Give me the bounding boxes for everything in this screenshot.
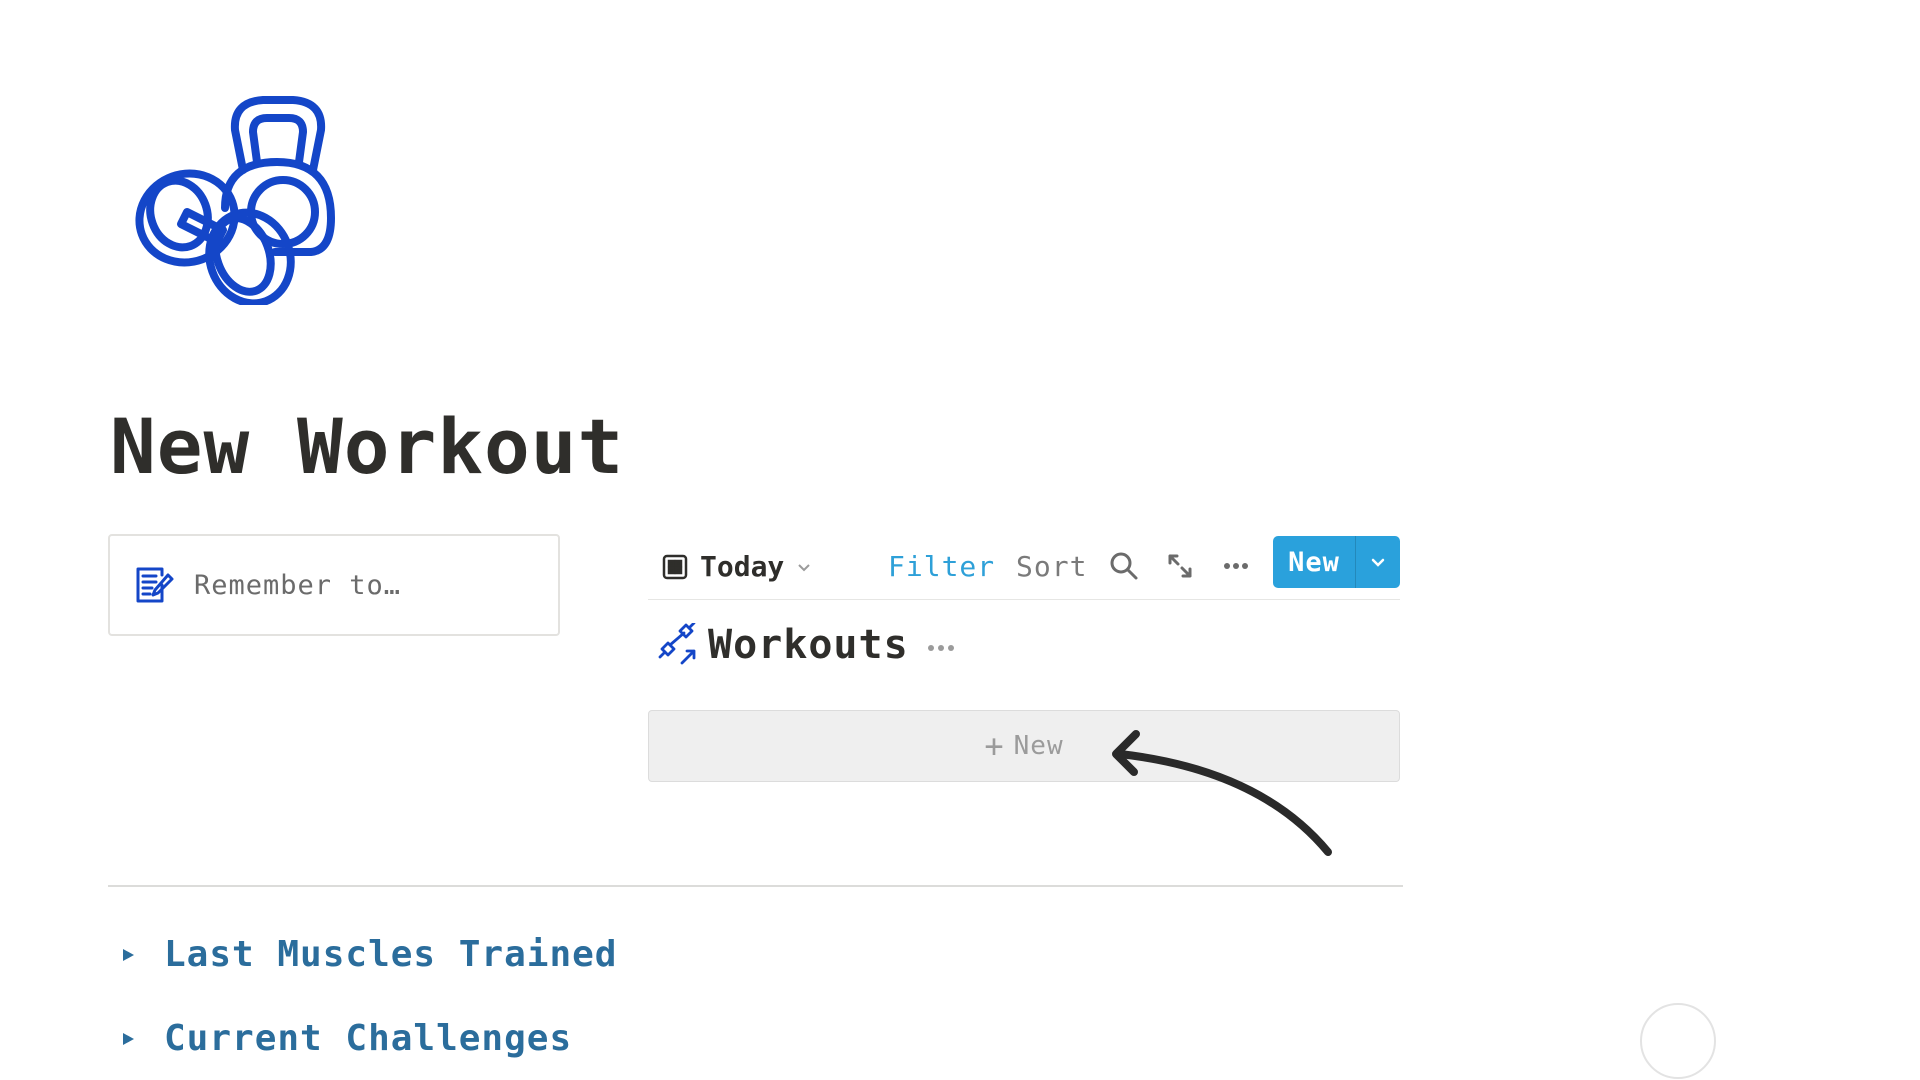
kettlebell-dumbbell-icon[interactable] [125,90,365,308]
arrow-annotation-icon [1100,720,1340,860]
database-title-row: Workouts [656,621,957,668]
page-title[interactable]: New Workout [110,402,624,491]
plus-icon: + [984,727,1004,765]
chevron-down-icon [796,559,812,575]
toggle-current-challenges[interactable]: Current Challenges [120,1018,572,1059]
more-dots-icon[interactable] [925,639,957,651]
new-dropdown-button[interactable] [1356,536,1400,588]
notepad-edit-icon [132,563,176,607]
dumbbell-arrow-icon [656,621,700,667]
toggle-label: Last Muscles Trained [164,934,618,975]
view-label: Today [700,550,785,583]
table-view-icon [662,554,688,580]
database-title[interactable]: Workouts [708,622,909,668]
database-toolbar: Today Filter Sort New [648,536,1400,600]
new-button-group: New [1273,536,1400,588]
reminder-callout[interactable]: Remember to… [108,534,560,636]
view-tab-today[interactable]: Today [662,550,812,583]
search-icon[interactable] [1108,550,1140,582]
chevron-down-icon [1371,558,1385,567]
triangle-right-icon [120,1031,136,1047]
help-button[interactable] [1640,1003,1716,1079]
new-button[interactable]: New [1273,536,1355,588]
more-dots-icon[interactable] [1220,550,1252,582]
toggle-last-muscles-trained[interactable]: Last Muscles Trained [120,934,617,975]
sort-button[interactable]: Sort [1016,550,1087,583]
filter-button[interactable]: Filter [888,550,995,583]
expand-arrows-icon[interactable] [1164,550,1196,582]
triangle-right-icon [120,947,136,963]
add-new-label: New [1013,731,1064,761]
section-divider [108,885,1403,887]
toggle-label: Current Challenges [164,1018,573,1059]
callout-text[interactable]: Remember to… [194,570,401,601]
